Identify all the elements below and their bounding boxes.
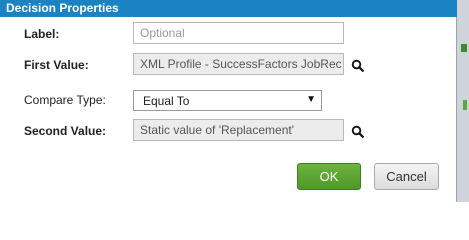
second-value-label: Second Value: [24,124,107,138]
compare-type-select[interactable]: Equal To ▼ [133,90,322,111]
background-page-strip [457,0,469,202]
dialog-titlebar[interactable]: Decision Properties [0,0,457,17]
background-fleck [461,44,467,52]
decision-properties-dialog: Decision Properties Label: Optional Firs… [0,0,457,202]
ok-button[interactable]: OK [297,163,361,190]
first-value-label: First Value: [24,58,89,72]
compare-type-label: Compare Type: [24,93,106,107]
compare-type-selected-value: Equal To [143,94,190,108]
cancel-button[interactable]: Cancel [374,163,439,190]
first-value-field: XML Profile - SuccessFactors JobRec [133,53,344,75]
chevron-down-icon: ▼ [306,94,316,105]
first-value-magnifier-icon[interactable] [351,59,365,73]
second-value-field: Static value of 'Replacement' [133,119,344,141]
label-field-label: Label: [24,27,60,41]
background-fleck [463,100,467,110]
label-input[interactable]: Optional [133,22,344,44]
dialog-title: Decision Properties [6,1,119,15]
second-value-magnifier-icon[interactable] [351,125,365,139]
